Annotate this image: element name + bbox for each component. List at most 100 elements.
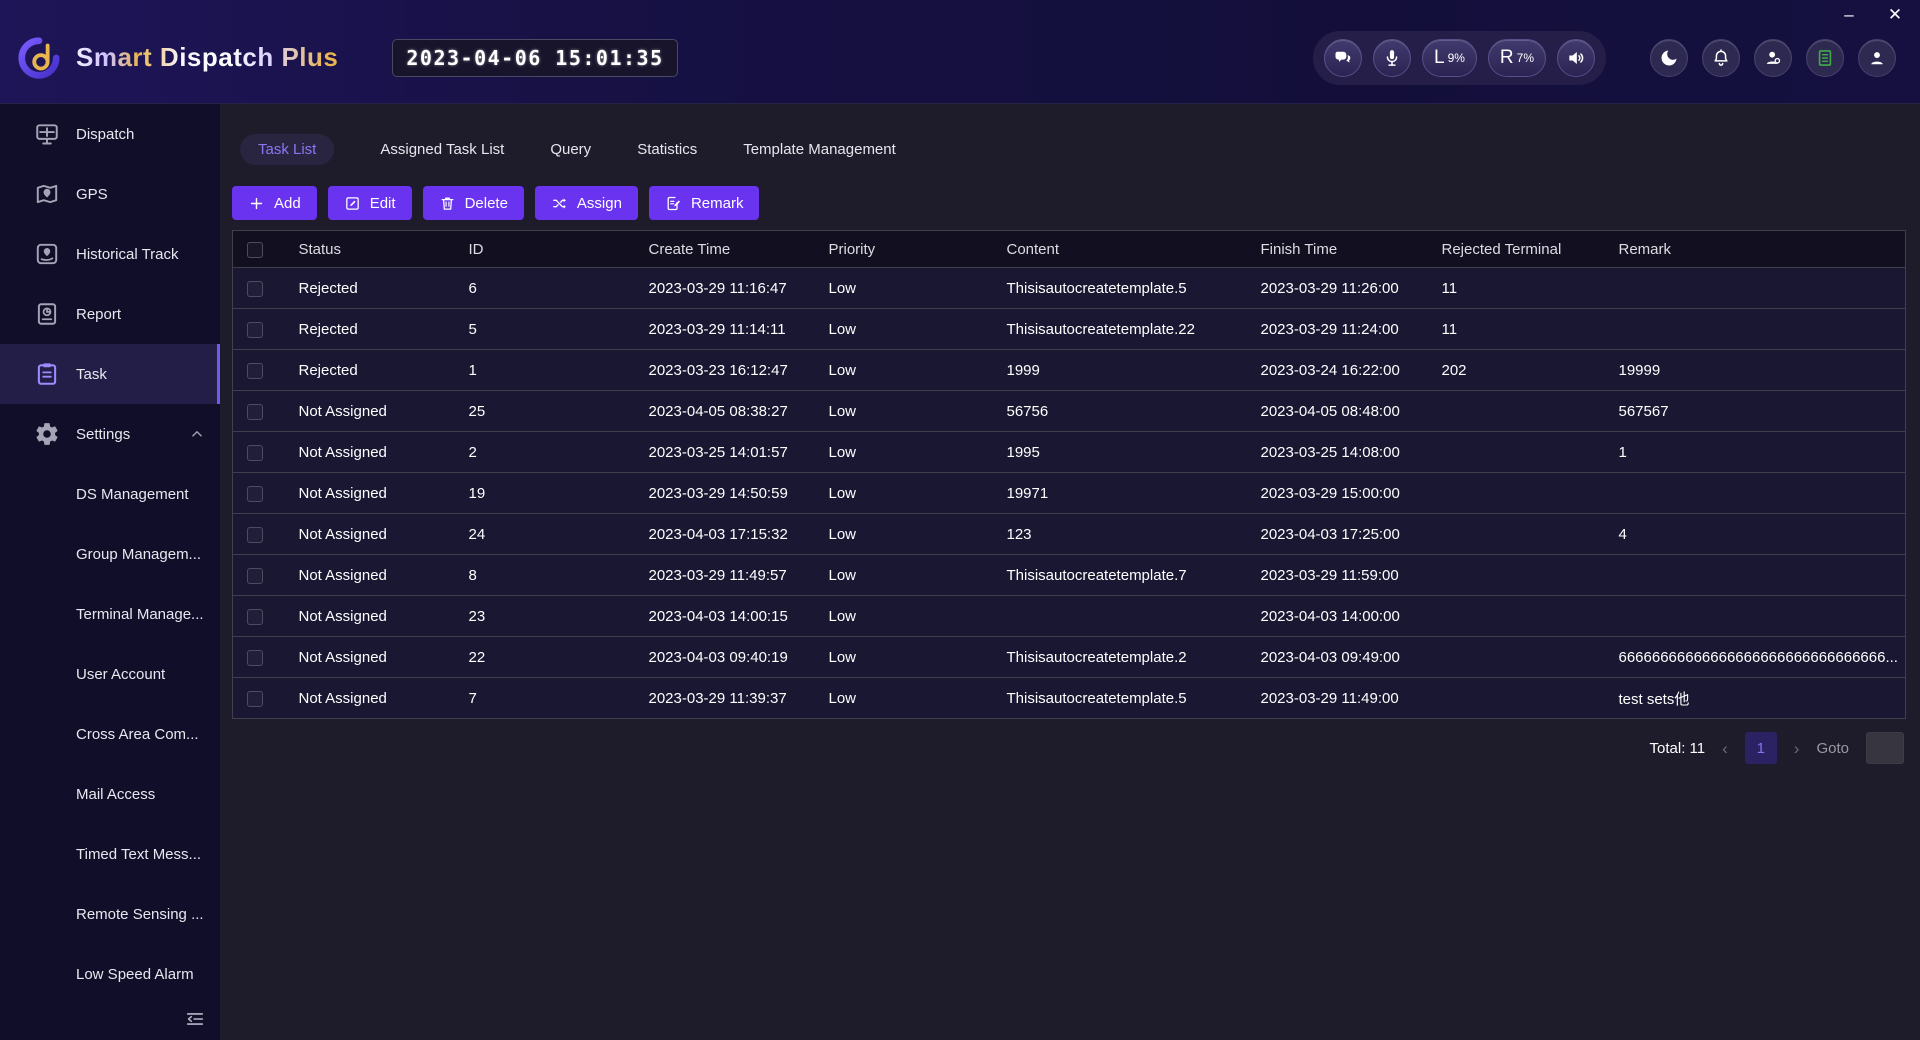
table-row[interactable]: Not Assigned82023-03-29 11:49:57LowThisi… xyxy=(233,555,1906,596)
page-number-button[interactable]: 1 xyxy=(1745,732,1777,764)
row-checkbox[interactable] xyxy=(247,281,263,297)
cell-priority: Low xyxy=(815,514,993,555)
cell-rejected-terminal: 11 xyxy=(1428,309,1605,350)
left-volume-button[interactable]: L 9% xyxy=(1422,39,1477,77)
cell-finish-time: 2023-04-03 14:00:00 xyxy=(1247,596,1428,637)
row-checkbox[interactable] xyxy=(247,404,263,420)
delete-button[interactable]: Delete xyxy=(423,186,524,220)
row-checkbox[interactable] xyxy=(247,691,263,707)
table-row[interactable]: Not Assigned232023-04-03 14:00:15Low2023… xyxy=(233,596,1906,637)
sidebar-subitem-timed-text-mess[interactable]: Timed Text Mess... xyxy=(0,824,220,884)
status-controls xyxy=(1650,39,1896,77)
sidebar-item-historical-track[interactable]: Historical Track xyxy=(0,224,220,284)
table-row[interactable]: Not Assigned72023-03-29 11:39:37LowThisi… xyxy=(233,678,1906,719)
chevron-up-icon xyxy=(188,425,206,443)
tab-assigned-task-list[interactable]: Assigned Task List xyxy=(380,134,504,165)
table-row[interactable]: Rejected52023-03-29 11:14:11LowThisisaut… xyxy=(233,309,1906,350)
cell-rejected-terminal: 202 xyxy=(1428,350,1605,391)
cell-finish-time: 2023-03-29 11:24:00 xyxy=(1247,309,1428,350)
sidebar-item-gps[interactable]: GPS xyxy=(0,164,220,224)
close-button[interactable]: ✕ xyxy=(1884,4,1906,26)
remark-button[interactable]: Remark xyxy=(649,186,760,220)
cell-status: Rejected xyxy=(285,268,455,309)
tab-template-management[interactable]: Template Management xyxy=(743,134,896,165)
column-header-rejected-terminal: Rejected Terminal xyxy=(1428,231,1605,268)
table-row[interactable]: Not Assigned242023-04-03 17:15:32Low1232… xyxy=(233,514,1906,555)
row-checkbox[interactable] xyxy=(247,568,263,584)
sidebar-item-settings[interactable]: Settings xyxy=(0,404,220,464)
sidebar-subitem-group-managem[interactable]: Group Managem... xyxy=(0,524,220,584)
cell-id: 24 xyxy=(455,514,635,555)
chat-button[interactable] xyxy=(1324,39,1362,77)
sidebar-subitem-user-account[interactable]: User Account xyxy=(0,644,220,704)
volume-percent: 7% xyxy=(1517,51,1534,65)
row-checkbox[interactable] xyxy=(247,650,263,666)
row-checkbox[interactable] xyxy=(247,527,263,543)
sidebar-subitem-low-speed-alarm[interactable]: Low Speed Alarm xyxy=(0,944,220,1004)
cell-create-time: 2023-03-29 14:50:59 xyxy=(635,473,815,514)
speaker-button[interactable] xyxy=(1557,39,1595,77)
minimize-button[interactable]: – xyxy=(1838,4,1860,26)
cell-status: Not Assigned xyxy=(285,391,455,432)
sidebar-item-report[interactable]: Report xyxy=(0,284,220,344)
notifications-button[interactable] xyxy=(1702,39,1740,77)
prev-page-button[interactable]: ‹ xyxy=(1722,740,1728,757)
next-page-button[interactable]: › xyxy=(1794,740,1800,757)
sidebar-item-dispatch[interactable]: Dispatch xyxy=(0,104,220,164)
right-volume-button[interactable]: R 7% xyxy=(1488,39,1546,77)
table-row[interactable]: Not Assigned192023-03-29 14:50:59Low1997… xyxy=(233,473,1906,514)
cell-remark xyxy=(1605,596,1906,637)
cell-id: 5 xyxy=(455,309,635,350)
cell-content: 123 xyxy=(993,514,1247,555)
button-label: Remark xyxy=(691,195,744,212)
cell-remark xyxy=(1605,309,1906,350)
cell-status: Not Assigned xyxy=(285,637,455,678)
tab-query[interactable]: Query xyxy=(550,134,591,165)
sidebar-subitem-mail-access[interactable]: Mail Access xyxy=(0,764,220,824)
table-row[interactable]: Not Assigned252023-04-05 08:38:27Low5675… xyxy=(233,391,1906,432)
mic-icon xyxy=(1382,48,1402,68)
table-row[interactable]: Rejected12023-03-23 16:12:47Low19992023-… xyxy=(233,350,1906,391)
speaker-icon xyxy=(1566,48,1586,68)
row-checkbox[interactable] xyxy=(247,322,263,338)
sidebar-subitem-ds-management[interactable]: DS Management xyxy=(0,464,220,524)
sidebar-subitem-remote-sensing[interactable]: Remote Sensing ... xyxy=(0,884,220,944)
row-checkbox[interactable] xyxy=(247,445,263,461)
cell-finish-time: 2023-04-05 08:48:00 xyxy=(1247,391,1428,432)
row-checkbox[interactable] xyxy=(247,609,263,625)
mic-button[interactable] xyxy=(1373,39,1411,77)
sidebar-subitem-cross-area-com[interactable]: Cross Area Com... xyxy=(0,704,220,764)
cell-priority: Low xyxy=(815,473,993,514)
sidebar-item-label: Historical Track xyxy=(76,246,179,263)
cell-content xyxy=(993,596,1247,637)
cell-status: Not Assigned xyxy=(285,678,455,719)
add-button[interactable]: Add xyxy=(232,186,317,220)
cell-finish-time: 2023-03-29 11:49:00 xyxy=(1247,678,1428,719)
sidebar-subitem-terminal-manage[interactable]: Terminal Manage... xyxy=(0,584,220,644)
account-button[interactable] xyxy=(1858,39,1896,77)
assign-button[interactable]: Assign xyxy=(535,186,638,220)
goto-page-input[interactable] xyxy=(1866,732,1904,764)
column-header-id: ID xyxy=(455,231,635,268)
theme-button[interactable] xyxy=(1650,39,1688,77)
log-button[interactable] xyxy=(1806,39,1844,77)
volume-channel-label: R xyxy=(1500,47,1514,69)
row-checkbox[interactable] xyxy=(247,486,263,502)
cell-rejected-terminal xyxy=(1428,596,1605,637)
collapse-sidebar-icon[interactable] xyxy=(184,1008,206,1030)
table-row[interactable]: Rejected62023-03-29 11:16:47LowThisisaut… xyxy=(233,268,1906,309)
edit-button[interactable]: Edit xyxy=(328,186,412,220)
cell-rejected-terminal xyxy=(1428,473,1605,514)
button-label: Assign xyxy=(577,195,622,212)
cell-rejected-terminal xyxy=(1428,391,1605,432)
tab-statistics[interactable]: Statistics xyxy=(637,134,697,165)
row-checkbox[interactable] xyxy=(247,363,263,379)
table-row[interactable]: Not Assigned222023-04-03 09:40:19LowThis… xyxy=(233,637,1906,678)
cell-remark: test sets他 xyxy=(1605,678,1906,719)
table-row[interactable]: Not Assigned22023-03-25 14:01:57Low19952… xyxy=(233,432,1906,473)
cell-remark: 4 xyxy=(1605,514,1906,555)
tab-task-list[interactable]: Task List xyxy=(240,134,334,165)
sidebar-item-task[interactable]: Task xyxy=(0,344,220,404)
select-all-checkbox[interactable] xyxy=(247,242,263,258)
contacts-button[interactable] xyxy=(1754,39,1792,77)
